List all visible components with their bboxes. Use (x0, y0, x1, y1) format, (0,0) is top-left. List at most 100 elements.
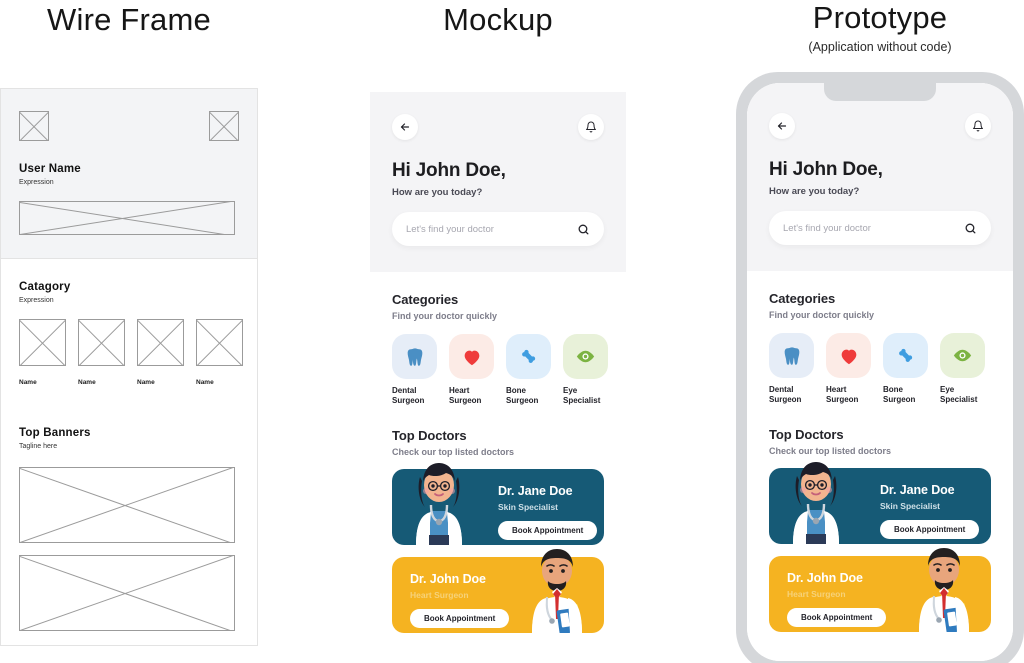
category-label: Bone Surgeon (883, 385, 916, 404)
app-topbar (769, 113, 991, 139)
category-tile[interactable] (883, 333, 928, 378)
search-bar[interactable]: Let's find your doctor (769, 211, 991, 245)
greeting-subtext: How are you today? (769, 186, 860, 197)
search-input-placeholder[interactable]: Let's find your doctor (406, 224, 577, 235)
category-tile[interactable] (506, 334, 551, 379)
categories-section: Categories Find your doctor quickly Dent… (370, 292, 626, 406)
heart-icon (841, 349, 856, 364)
wireframe-banners-title: Top Banners (19, 427, 91, 439)
male-doctor-illustration (532, 549, 582, 633)
categories-title: Categories (392, 292, 459, 307)
category-tile[interactable] (392, 334, 437, 379)
category-dental-surgeon[interactable]: Dental Surgeon (392, 334, 437, 406)
top-doctors-title: Top Doctors (769, 427, 844, 442)
category-bone-surgeon[interactable]: Bone Surgeon (506, 334, 551, 406)
doctor-card-text: Dr. Jane Doe Skin Specialist Book Appoin… (498, 484, 598, 540)
category-dental-surgeon[interactable]: Dental Surgeon (769, 333, 814, 405)
back-button[interactable] (769, 113, 795, 139)
wireframe-category-image-placeholder (19, 319, 66, 366)
book-appointment-button[interactable]: Book Appointment (787, 608, 887, 627)
wireframe-user-name-expression: Expression (19, 179, 54, 186)
category-bone-surgeon[interactable]: Bone Surgeon (883, 333, 928, 405)
category-label: Heart Surgeon (449, 386, 482, 405)
wireframe-avatar-placeholder-icon (19, 111, 49, 141)
mockup-screen: Hi John Doe, How are you today? Let's fi… (370, 92, 626, 663)
top-doctors-section: Top Doctors Check our top listed doctors (747, 427, 1013, 632)
search-icon[interactable] (577, 223, 590, 236)
greeting-text: Hi John Doe, (392, 160, 506, 181)
book-appointment-button[interactable]: Book Appointment (410, 609, 510, 628)
doctor-name: Dr. Jane Doe (880, 483, 955, 497)
wireframe-banner-placeholder (19, 467, 235, 543)
wireframe-category-item: Name (196, 319, 243, 386)
doctor-card-jane-doe[interactable]: Dr. Jane Doe Skin Specialist Book Appoin… (392, 463, 604, 545)
wireframe-category-image-placeholder (137, 319, 184, 366)
search-input-placeholder[interactable]: Let's find your doctor (783, 223, 964, 234)
category-eye-specialist[interactable]: Eye Specialist (563, 334, 608, 406)
wireframe-category-name: Name (78, 379, 96, 386)
female-doctor-illustration (416, 463, 462, 545)
category-label: Bone Surgeon (506, 386, 539, 405)
wireframe-category-item: Name (137, 319, 184, 386)
wireframe-menu-placeholder-icon (209, 111, 239, 141)
category-tile[interactable] (940, 333, 985, 378)
wireframe-category-expression: Expression (19, 297, 54, 304)
phone-notch (824, 83, 936, 101)
doctor-name: Dr. John Doe (787, 571, 863, 585)
category-heart-surgeon[interactable]: Heart Surgeon (826, 333, 871, 405)
wireframe-banners-tagline: Tagline here (19, 443, 58, 450)
wireframe-header-section: User Name Expression (1, 89, 257, 259)
search-icon[interactable] (964, 222, 977, 235)
category-eye-specialist[interactable]: Eye Specialist (940, 333, 985, 405)
tooth-icon (407, 347, 422, 366)
category-label: Eye Specialist (563, 386, 601, 405)
bell-icon (586, 121, 596, 133)
phone-screen: Hi John Doe, How are you today? Let's fi… (747, 83, 1013, 661)
wireframe-user-name-label: User Name (19, 163, 81, 175)
wireframe-column-title: Wire Frame (47, 2, 211, 37)
category-heart-surgeon[interactable]: Heart Surgeon (449, 334, 494, 406)
back-button[interactable] (392, 114, 418, 140)
slide-canvas: Wire Frame Mockup Prototype (Application… (0, 0, 1024, 663)
category-label: Dental Surgeon (392, 386, 425, 405)
categories-list: Dental Surgeon Heart Surgeon Bone Surgeo… (769, 333, 991, 405)
heart-icon (464, 350, 479, 365)
wireframe-panel: User Name Expression Catagory Expression… (0, 88, 258, 646)
doctor-card-jane-doe[interactable]: Dr. Jane Doe Skin Specialist Book Appoin… (769, 462, 991, 544)
category-tile[interactable] (449, 334, 494, 379)
doctor-role: Skin Specialist (498, 502, 558, 512)
doctor-role: Heart Surgeon (410, 590, 469, 600)
doctor-card-john-doe[interactable]: Dr. John Doe Heart Surgeon Book Appointm… (769, 548, 991, 632)
bone-icon (521, 349, 535, 363)
wireframe-search-placeholder (19, 201, 235, 235)
categories-list: Dental Surgeon Heart Surgeon Bone Surgeo… (392, 334, 608, 406)
prototype-column-subtitle: (Application without code) (808, 40, 952, 54)
search-bar[interactable]: Let's find your doctor (392, 212, 604, 246)
notifications-button[interactable] (965, 113, 991, 139)
categories-section: Categories Find your doctor quickly Dent… (747, 291, 1013, 405)
wireframe-category-item: Name (19, 319, 66, 386)
greeting-subtext: How are you today? (392, 187, 483, 198)
doctor-role: Skin Specialist (880, 501, 940, 511)
app-header: Hi John Doe, How are you today? Let's fi… (747, 83, 1013, 271)
prototype-app-screen: Hi John Doe, How are you today? Let's fi… (747, 83, 1013, 661)
wireframe-category-name: Name (196, 379, 214, 386)
bone-icon (898, 348, 912, 362)
doctor-role: Heart Surgeon (787, 589, 846, 599)
female-doctor-illustration (793, 462, 839, 544)
doctor-card-john-doe[interactable]: Dr. John Doe Heart Surgeon Book Appointm… (392, 549, 604, 633)
top-doctors-section: Top Doctors Check our top listed doctors (370, 428, 626, 633)
wireframe-category-image-placeholder (78, 319, 125, 366)
category-tile[interactable] (769, 333, 814, 378)
arrow-left-icon (777, 122, 787, 130)
top-doctors-title: Top Doctors (392, 428, 467, 443)
mockup-column-title: Mockup (443, 2, 553, 37)
categories-subtitle: Find your doctor quickly (392, 311, 498, 321)
category-tile[interactable] (826, 333, 871, 378)
wireframe-banner-placeholder (19, 555, 235, 631)
category-label: Dental Surgeon (769, 385, 802, 404)
notifications-button[interactable] (578, 114, 604, 140)
tooth-icon (784, 346, 799, 365)
category-tile[interactable] (563, 334, 608, 379)
app-header: Hi John Doe, How are you today? Let's fi… (370, 92, 626, 272)
